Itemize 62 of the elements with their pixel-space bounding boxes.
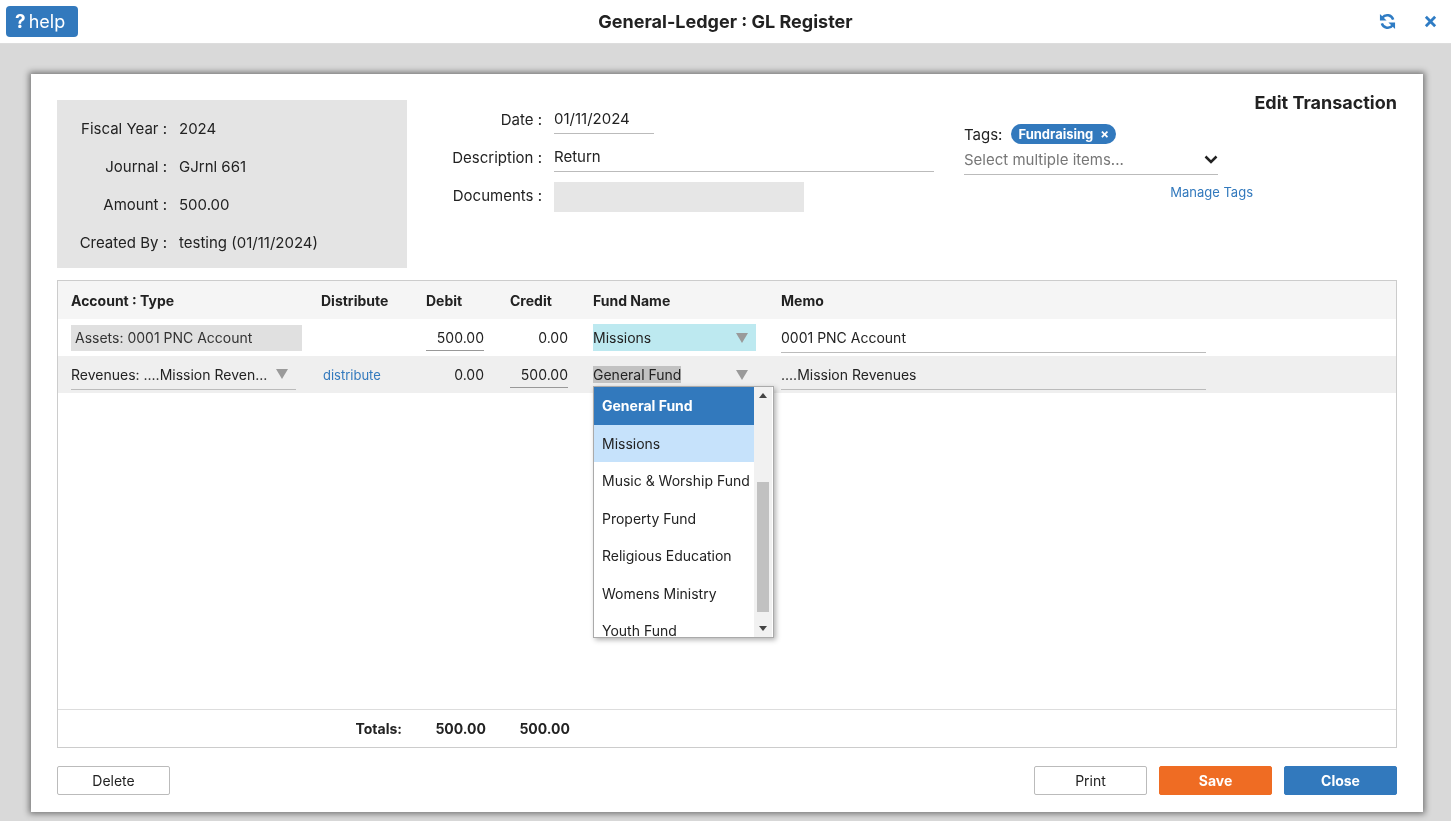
caret-icon	[736, 332, 748, 343]
dropdown-option[interactable]: General Fund	[594, 387, 754, 425]
column-header: Debit	[426, 291, 464, 309]
amount-field[interactable]: 500.00	[510, 361, 568, 388]
tags-select[interactable]: Select multiple items...	[964, 145, 1218, 175]
window-title: General-Ledger : GL Register	[598, 11, 853, 32]
amount-text: 0.00	[537, 328, 568, 348]
amount-field[interactable]: 500.00	[426, 324, 484, 351]
totals-label: Totals:	[354, 720, 402, 737]
fund-select[interactable]: General Fund	[593, 361, 756, 388]
table-row[interactable]: Assets: 0001 PNC Account 500.00 0.00 Missions 0001 PNC Account	[58, 319, 1396, 356]
scrollbar[interactable]	[754, 387, 772, 637]
documents-field[interactable]	[554, 182, 804, 212]
column-header: Distribute	[321, 291, 390, 309]
dropdown-option[interactable]: Property Fund	[594, 499, 754, 537]
action-button[interactable]: Print	[1034, 766, 1147, 795]
caret-icon	[736, 369, 748, 380]
documents-label: Documents :	[451, 184, 542, 207]
info-label: Created By :	[78, 233, 167, 252]
dropdown-option[interactable]: Religious Education	[594, 537, 754, 575]
account-field: Assets: 0001 PNC Account	[71, 324, 302, 351]
account-select[interactable]: Revenues: ....Mission Reven...	[71, 359, 296, 390]
action-button[interactable]: Close	[1284, 766, 1397, 795]
fund-select[interactable]: Missions	[593, 324, 756, 351]
column-header: Credit	[510, 291, 553, 309]
total-value: 500.00	[434, 720, 486, 737]
column-header: Fund Name	[593, 291, 672, 309]
info-value: 2024	[179, 119, 218, 138]
help-button[interactable]: ?help	[6, 6, 79, 37]
amount-text: 0.00	[453, 365, 484, 385]
description-label: Description :	[451, 146, 542, 169]
dropdown-option[interactable]: Missions	[594, 424, 754, 462]
scrollbar-thumb[interactable]	[757, 482, 769, 612]
date-label: Date :	[499, 108, 542, 131]
info-label: Fiscal Year :	[80, 119, 167, 138]
column-header: Memo	[781, 291, 825, 309]
info-label: Amount :	[102, 195, 167, 214]
memo-field[interactable]: 0001 PNC Account	[781, 322, 1206, 353]
info-value: 500.00	[179, 195, 231, 214]
date-field[interactable]: 01/11/2024	[554, 104, 654, 134]
tag-chip[interactable]: Fundraising ×	[1011, 124, 1117, 144]
scroll-down-icon[interactable]	[759, 626, 767, 631]
total-value: 500.00	[518, 720, 570, 737]
info-value: testing (01/11/2024)	[179, 233, 319, 252]
distribute-link[interactable]: distribute	[323, 367, 381, 383]
column-header: Account : Type	[71, 291, 176, 309]
manage-tags-link[interactable]: Manage Tags	[1170, 184, 1253, 200]
chevron-icon	[1204, 155, 1218, 164]
memo-field[interactable]: ....Mission Revenues	[781, 359, 1206, 390]
caret-icon	[276, 369, 288, 379]
table-row[interactable]: Revenues: ....Mission Reven... distribute 0.00 500.00 General Fund ....Mission Revenues	[58, 356, 1396, 393]
info-value: GJrnl 661	[179, 157, 248, 176]
dropdown-option[interactable]: Youth Fund	[594, 612, 754, 637]
action-button[interactable]: Delete	[57, 766, 170, 795]
refresh-icon[interactable]	[1379, 13, 1396, 30]
description-field[interactable]: Return	[554, 142, 934, 172]
dropdown-option[interactable]: Music & Worship Fund	[594, 462, 754, 500]
dropdown-option[interactable]: Womens Ministry	[594, 574, 754, 612]
tags-label: Tags:	[964, 124, 1003, 144]
info-label: Journal :	[104, 157, 167, 176]
close-icon[interactable]	[1424, 15, 1437, 28]
dialog-title: Edit Transaction	[1254, 92, 1397, 113]
